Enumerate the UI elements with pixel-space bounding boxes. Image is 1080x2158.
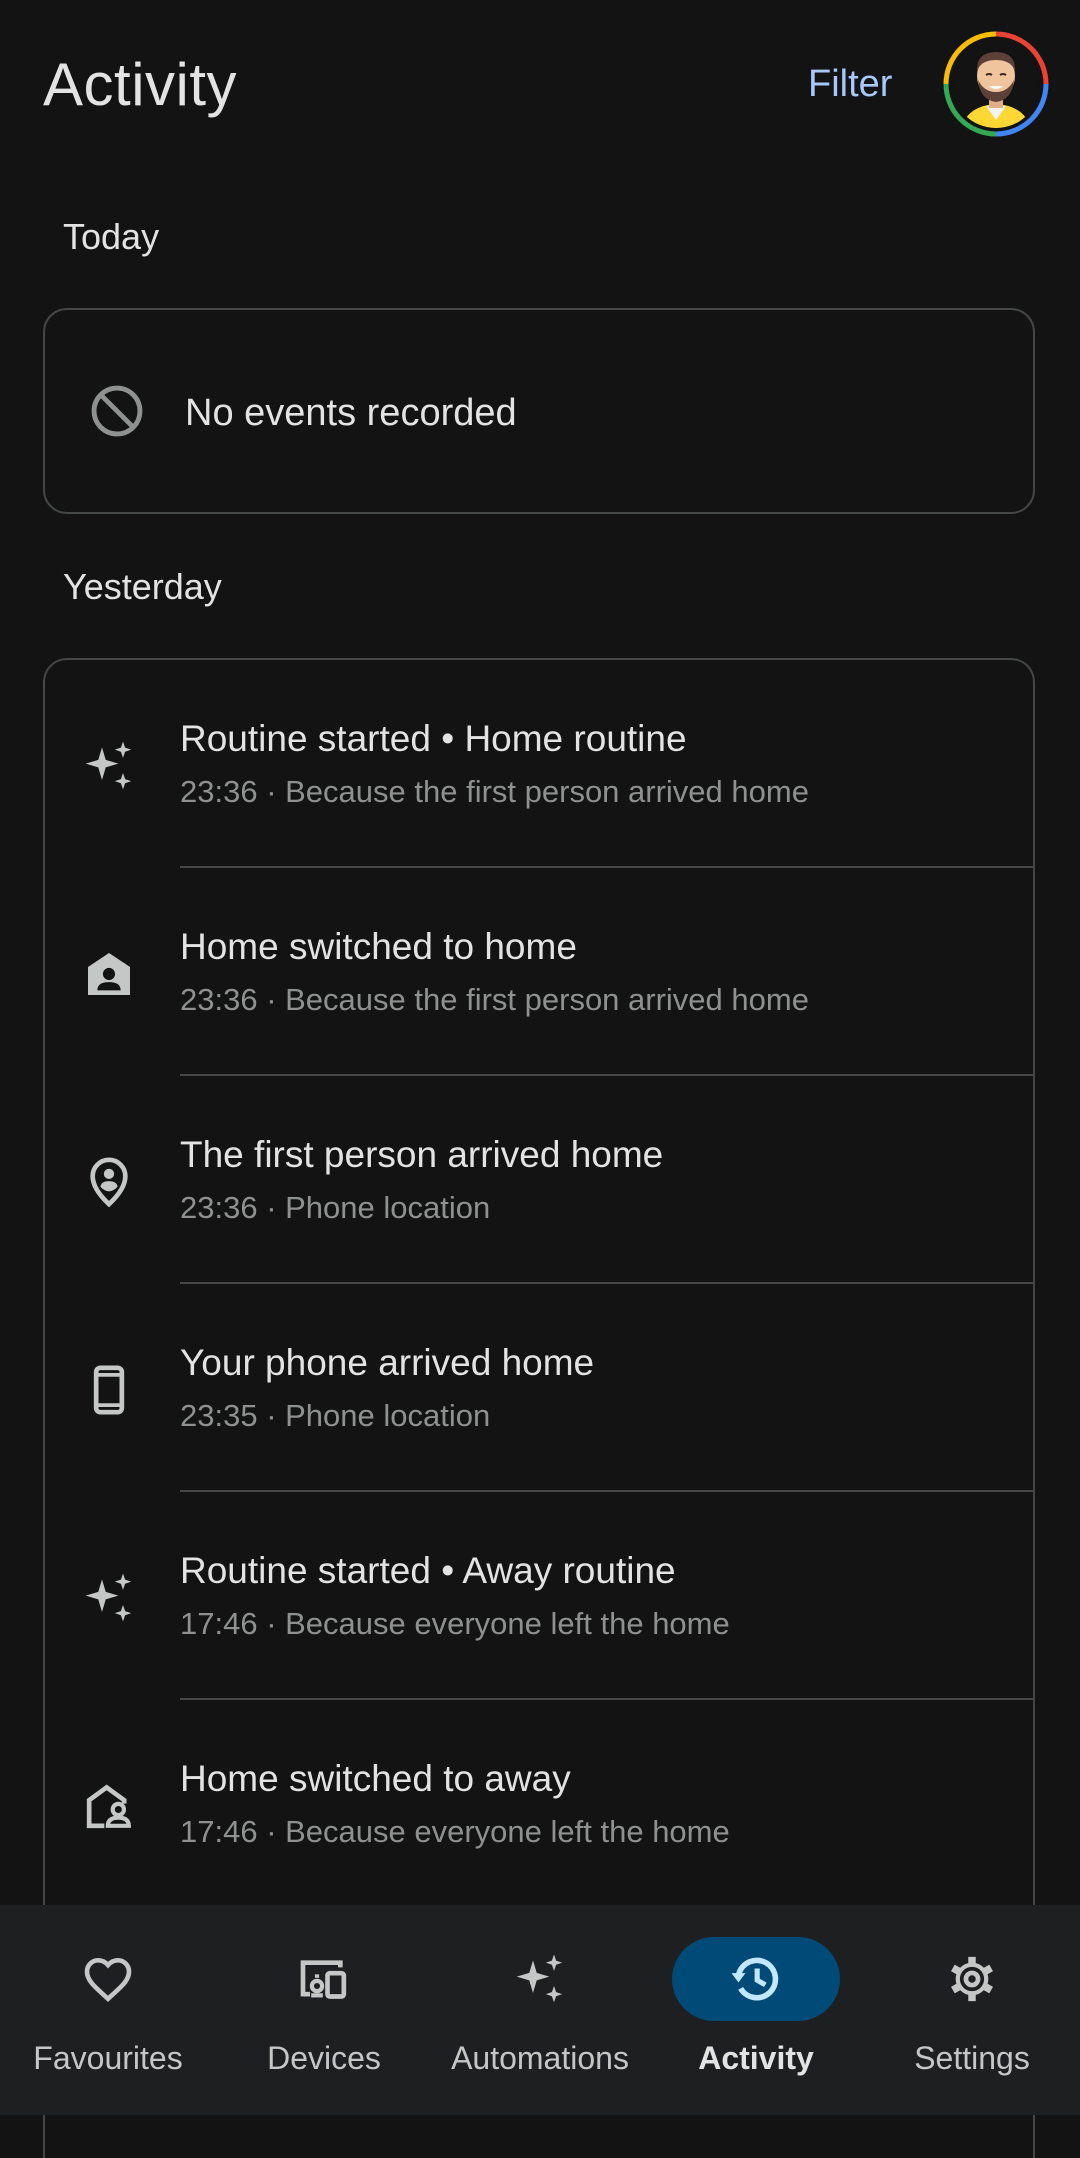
nav-icon-container: [456, 1937, 624, 2021]
today-empty-card: No events recorded: [43, 308, 1035, 514]
nav-icon-container: [24, 1937, 192, 2021]
event-title: Your phone arrived home: [180, 1342, 595, 1383]
event-subtitle: 17:46 · Because everyone left the home: [180, 1606, 730, 1641]
event-row[interactable]: Routine started • Away routine 17:46 · B…: [45, 1492, 1035, 1700]
devices-icon: [300, 1960, 347, 1999]
nav-label: Settings: [914, 2040, 1030, 2076]
nav-label: Automations: [451, 2040, 629, 2076]
sparkle-icon: [85, 1573, 132, 1622]
event-subtitle: 23:36 · Because the first person arrived…: [180, 982, 809, 1017]
empty-message: No events recorded: [185, 392, 517, 434]
home-away-icon: [86, 1784, 131, 1829]
sparkle-icon: [85, 741, 132, 790]
event-subtitle: 23:36 · Phone location: [180, 1190, 491, 1225]
event-title: Home switched to home: [180, 926, 577, 967]
nav-favourites[interactable]: Favourites: [0, 1905, 216, 2115]
event-row[interactable]: The first person arrived home 23:36 · Ph…: [45, 1076, 1035, 1284]
heart-icon: [84, 1957, 132, 2003]
event-row[interactable]: Home switched to home 23:36 · Because th…: [45, 868, 1035, 1076]
person-pin-icon: [90, 1157, 128, 1208]
event-subtitle: 23:35 · Phone location: [180, 1398, 491, 1433]
history-icon: [731, 1957, 779, 2001]
nav-label: Favourites: [33, 2040, 183, 2076]
nav-settings[interactable]: Settings: [864, 1905, 1080, 2115]
event-title: The first person arrived home: [180, 1134, 664, 1175]
account-avatar[interactable]: [942, 30, 1050, 138]
block-icon: [91, 385, 143, 437]
sparkle-icon: [516, 1954, 563, 2003]
event-title: Home switched to away: [180, 1758, 571, 1799]
page-title: Activity: [43, 51, 238, 118]
nav-activity[interactable]: Activity: [648, 1905, 864, 2115]
nav-label: Devices: [267, 2040, 381, 2076]
section-title-today: Today: [63, 216, 160, 257]
nav-automations[interactable]: Automations: [432, 1905, 648, 2115]
section-title-yesterday: Yesterday: [63, 566, 222, 607]
event-title: Routine started • Away routine: [180, 1550, 676, 1591]
home-person-icon: [88, 953, 130, 995]
bottom-navigation: Favourites Devices Automations Activity …: [0, 1905, 1080, 2115]
nav-label: Activity: [698, 2040, 814, 2076]
event-subtitle: 17:46 · Because everyone left the home: [180, 1814, 730, 1849]
phone-icon: [93, 1365, 125, 1415]
event-row[interactable]: Routine started • Home routine 23:36 · B…: [45, 660, 1035, 868]
filter-button[interactable]: Filter: [808, 60, 892, 108]
event-row[interactable]: Your phone arrived home 23:35 · Phone lo…: [45, 1284, 1035, 1492]
nav-icon-container: [240, 1937, 408, 2021]
event-subtitle: 23:36 · Because the first person arrived…: [180, 774, 809, 809]
gear-icon: [950, 1956, 994, 2002]
nav-icon-container-active: [672, 1937, 840, 2021]
event-title: Routine started • Home routine: [180, 718, 687, 759]
nav-devices[interactable]: Devices: [216, 1905, 432, 2115]
nav-icon-container: [888, 1937, 1056, 2021]
event-row[interactable]: Home switched to away 17:46 · Because ev…: [45, 1700, 1035, 1908]
app-header: Activity Filter: [0, 0, 1080, 170]
